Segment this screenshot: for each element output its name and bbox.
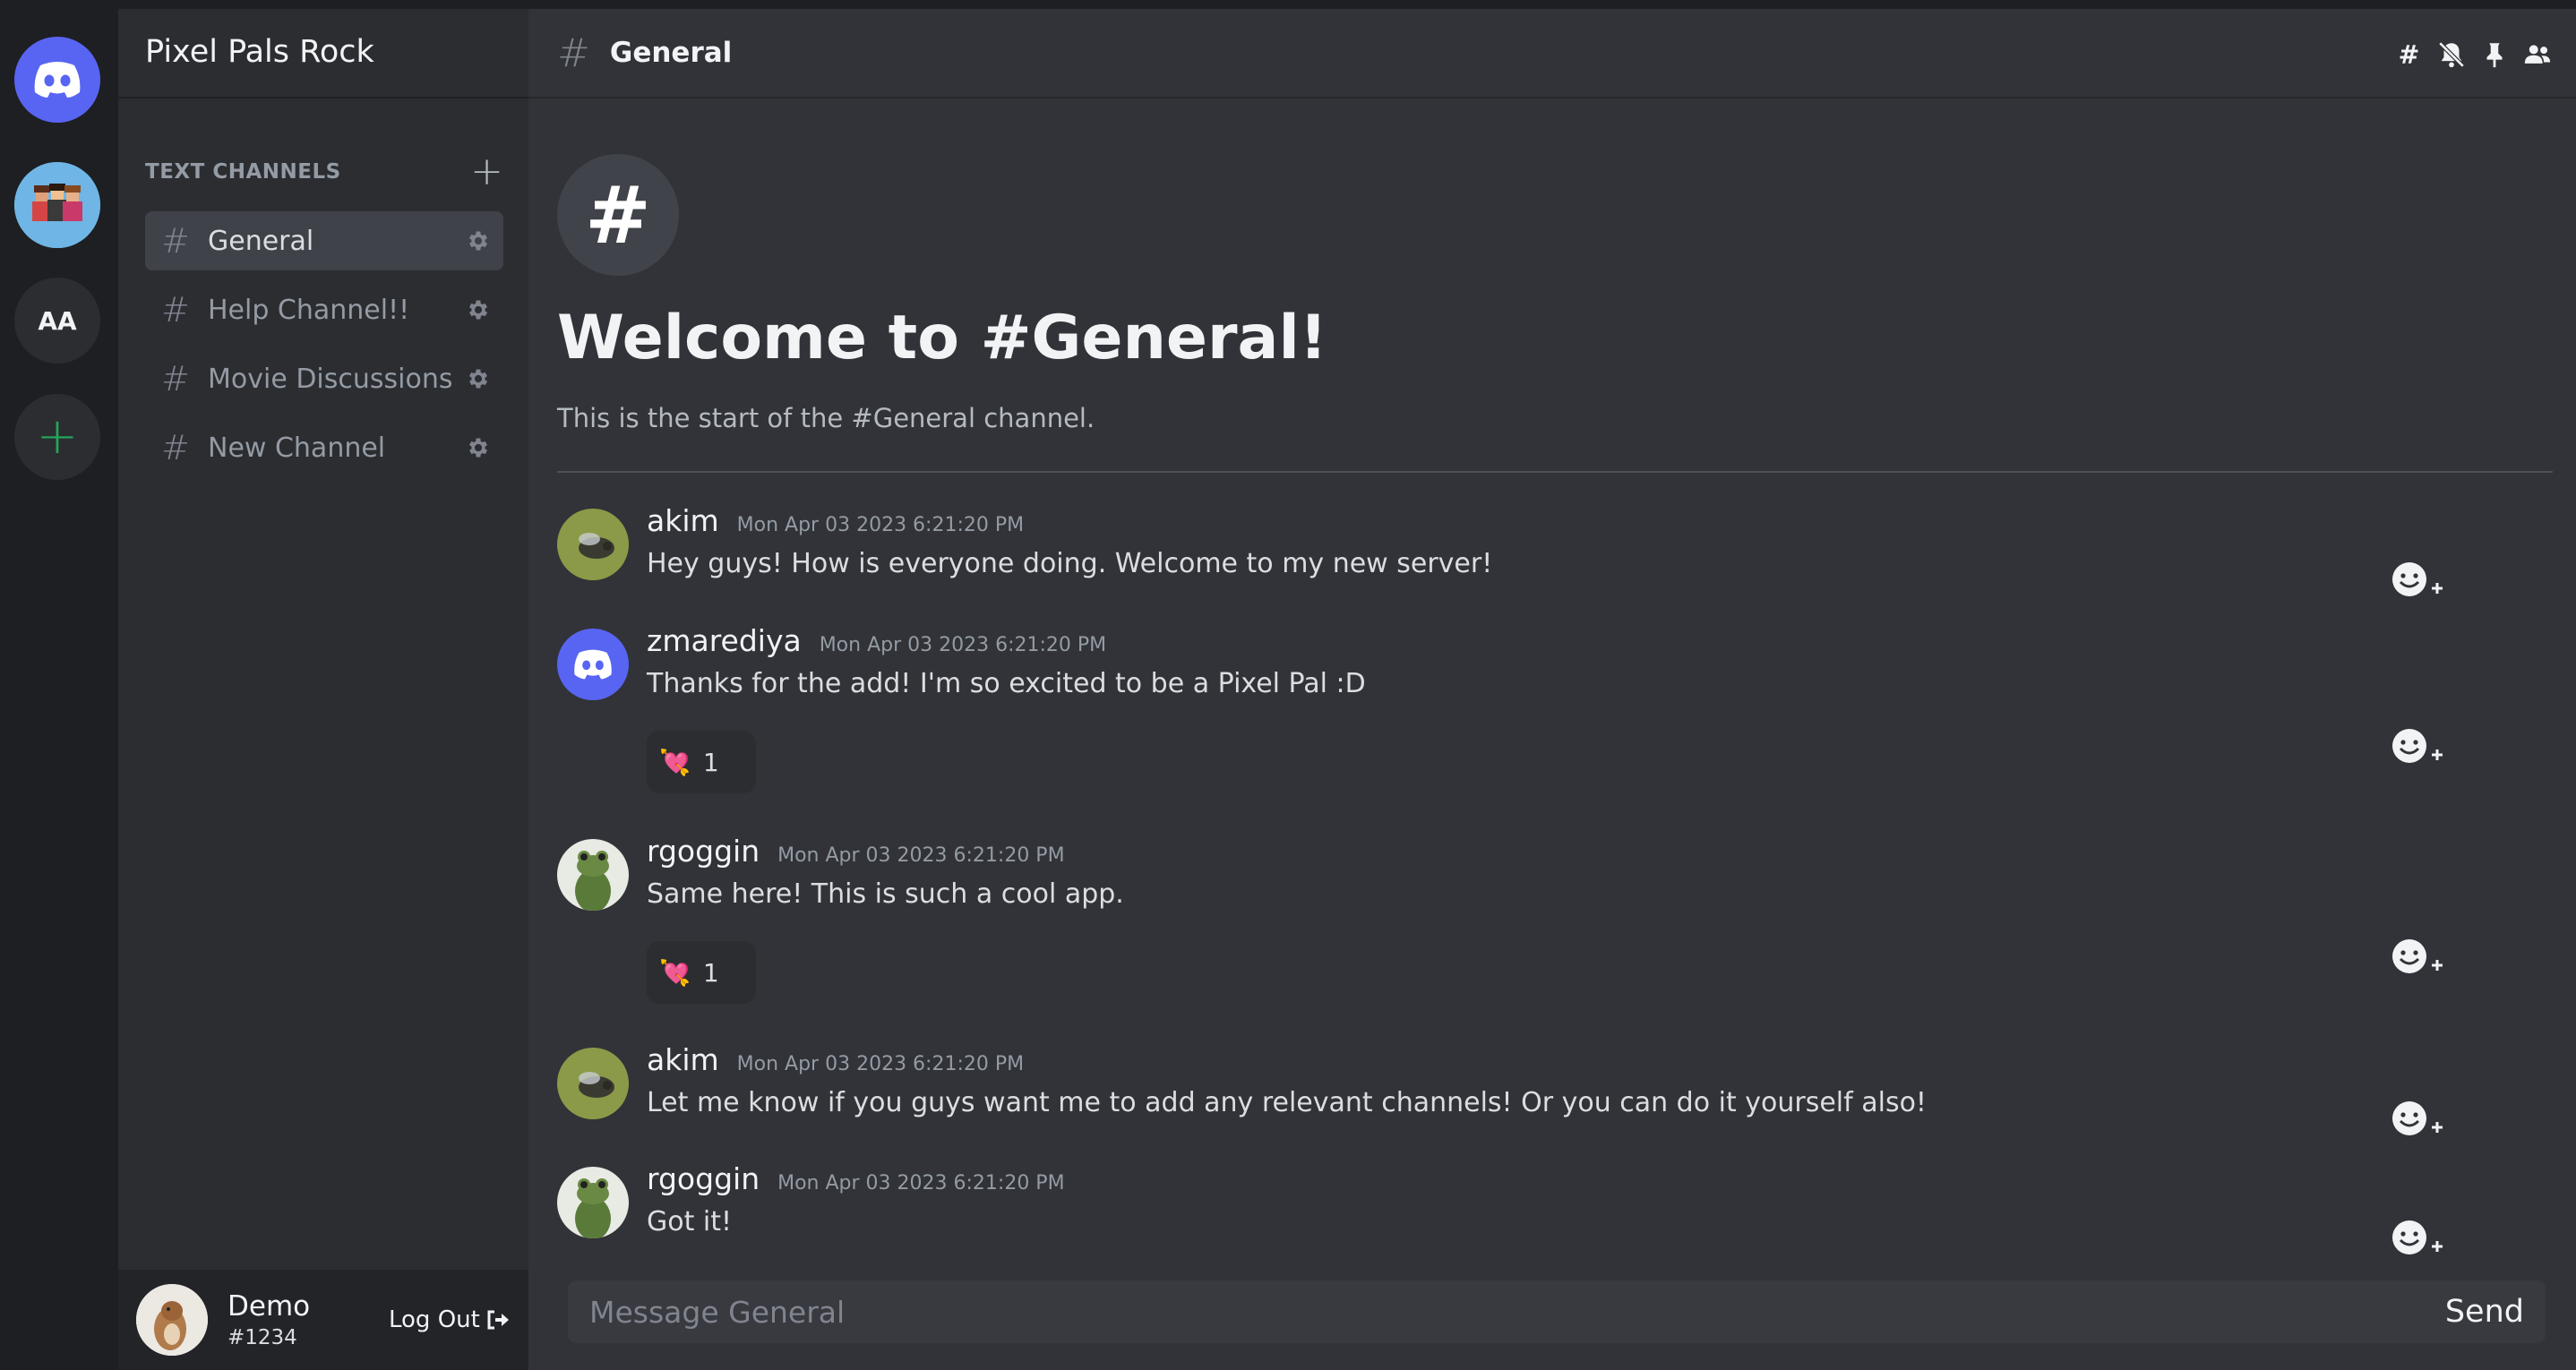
message-username[interactable]: akim <box>647 1042 719 1077</box>
channel-item-general[interactable]: # General <box>145 211 503 270</box>
user-avatar[interactable] <box>557 1167 629 1238</box>
svg-text:#: # <box>2399 40 2420 70</box>
chat-area: # General # # Welcome to #General! This … <box>528 9 2576 1370</box>
reaction-pill[interactable]: 💘 1 <box>647 731 756 793</box>
welcome-title: Welcome to #General! <box>557 303 1327 373</box>
message-timestamp: Mon Apr 03 2023 6:21:20 PM <box>777 844 1065 867</box>
server-header[interactable]: Pixel Pals Rock <box>118 9 528 98</box>
reaction-count: 1 <box>702 747 719 777</box>
channel-label: Help Channel!! <box>208 294 410 326</box>
discord-logo-icon <box>34 62 81 98</box>
welcome-hash-badge: # <box>557 154 679 276</box>
message-timestamp: Mon Apr 03 2023 6:21:20 PM <box>777 1172 1065 1194</box>
welcome-subtitle: This is the start of the #General channe… <box>557 403 1095 433</box>
server-name: Pixel Pals Rock <box>145 34 374 70</box>
server-rail: AA + <box>0 9 118 1370</box>
pin-icon[interactable] <box>2479 39 2510 70</box>
channel-sidebar: Pixel Pals Rock TEXT CHANNELS + # Genera… <box>118 9 528 1370</box>
frog-avatar-icon <box>557 1167 629 1238</box>
frog-avatar-icon <box>557 839 629 911</box>
user-tag: #1234 <box>228 1326 297 1349</box>
message-composer: Send <box>568 1280 2546 1343</box>
divider <box>557 471 2553 473</box>
add-reaction-icon[interactable] <box>2390 1098 2445 1139</box>
logout-button[interactable]: Log Out <box>389 1306 511 1333</box>
message-input[interactable] <box>589 1294 2445 1330</box>
channel-item-new-channel[interactable]: # New Channel <box>145 418 503 477</box>
reaction-pill[interactable]: 💘 1 <box>647 941 756 1004</box>
user-avatar[interactable] <box>557 629 629 700</box>
add-reaction-icon[interactable] <box>2390 559 2445 600</box>
message-timestamp: Mon Apr 03 2023 6:21:20 PM <box>819 634 1107 656</box>
channel-hash-icon: # <box>161 359 190 398</box>
threads-icon[interactable]: # <box>2393 39 2424 70</box>
user-avatar[interactable] <box>136 1284 208 1356</box>
server-home-button[interactable] <box>14 37 100 123</box>
channel-label: Movie Discussions <box>208 363 453 395</box>
channel-hash-icon: # <box>161 428 190 467</box>
user-avatar[interactable] <box>557 839 629 911</box>
fly-avatar-icon <box>557 1048 629 1119</box>
message-username[interactable]: rgoggin <box>647 834 760 869</box>
logout-label: Log Out <box>389 1306 480 1333</box>
server-aa-button[interactable]: AA <box>14 278 100 364</box>
user-panel: Demo #1234 Log Out <box>118 1270 528 1370</box>
add-reaction-icon[interactable] <box>2390 725 2445 766</box>
add-reaction-icon[interactable] <box>2390 936 2445 977</box>
message-text: Thanks for the add! I'm so excited to be… <box>647 668 1366 699</box>
message-text: Got it! <box>647 1206 733 1237</box>
channel-label: New Channel <box>208 432 386 464</box>
message-username[interactable]: zmarediya <box>647 623 802 658</box>
message-text: Hey guys! How is everyone doing. Welcome… <box>647 548 1493 579</box>
window-top-border <box>0 0 2576 9</box>
add-channel-button[interactable]: + <box>470 152 503 192</box>
discord-logo-icon <box>574 649 612 680</box>
message-username[interactable]: rgoggin <box>647 1161 760 1196</box>
category-label: TEXT CHANNELS <box>145 160 341 184</box>
category-header: TEXT CHANNELS + <box>145 152 503 192</box>
message-text: Same here! This is such a cool app. <box>647 878 1124 910</box>
message-username[interactable]: akim <box>647 503 719 538</box>
fly-avatar-icon <box>557 509 629 580</box>
channel-item-movie-discussions[interactable]: # Movie Discussions <box>145 349 503 408</box>
channel-hash-icon: # <box>161 290 190 330</box>
message-timestamp: Mon Apr 03 2023 6:21:20 PM <box>736 514 1025 536</box>
channel-label: General <box>208 225 314 257</box>
pixel-pals-icon <box>14 162 100 248</box>
logout-icon <box>487 1310 509 1330</box>
channel-title: General <box>609 37 733 69</box>
gear-icon[interactable] <box>466 435 491 460</box>
reaction-count: 1 <box>702 957 719 988</box>
server-pixel-pals-button[interactable] <box>14 162 100 248</box>
channel-item-help[interactable]: # Help Channel!! <box>145 280 503 339</box>
mute-bell-icon[interactable] <box>2436 39 2467 70</box>
gear-icon[interactable] <box>466 366 491 391</box>
heart-arrow-emoji: 💘 <box>659 747 691 777</box>
channel-header: # General # <box>528 9 2576 98</box>
message-text: Let me know if you guys want me to add a… <box>647 1087 1927 1118</box>
send-button[interactable]: Send <box>2445 1294 2524 1330</box>
heart-arrow-emoji: 💘 <box>659 957 691 988</box>
user-name: Demo <box>228 1290 311 1323</box>
channel-hash-icon: # <box>557 30 590 76</box>
user-avatar[interactable] <box>557 509 629 580</box>
gear-icon[interactable] <box>466 228 491 253</box>
squirrel-avatar-icon <box>136 1284 208 1356</box>
add-reaction-icon[interactable] <box>2390 1217 2445 1258</box>
members-icon[interactable] <box>2522 39 2553 70</box>
gear-icon[interactable] <box>466 297 491 322</box>
channel-hash-icon: # <box>161 221 190 261</box>
message-timestamp: Mon Apr 03 2023 6:21:20 PM <box>736 1053 1025 1075</box>
add-server-button[interactable]: + <box>14 394 100 480</box>
user-avatar[interactable] <box>557 1048 629 1119</box>
